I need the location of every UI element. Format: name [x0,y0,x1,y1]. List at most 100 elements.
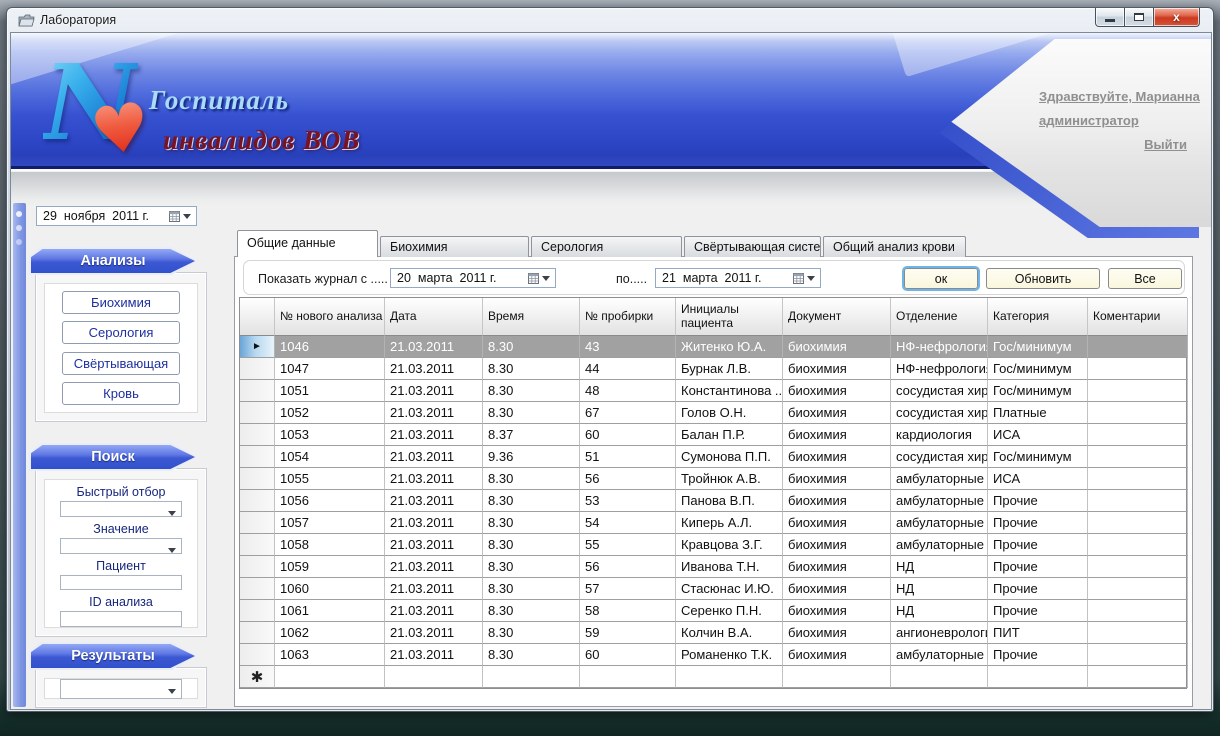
grid-cell[interactable]: Платные [988,402,1088,424]
grid-cell[interactable]: биохимия [783,402,891,424]
row-selector[interactable] [240,512,275,534]
grid-cell[interactable]: амбулаторные [891,644,988,666]
analysis-button[interactable]: Биохимия [62,291,180,314]
grid-cell[interactable]: Гос/минимум [988,380,1088,402]
grid-cell[interactable]: биохимия [783,336,891,358]
grid-cell[interactable]: 53 [580,490,676,512]
row-selector[interactable] [240,644,275,666]
grid-cell[interactable]: 8.30 [483,600,580,622]
grid-cell[interactable]: 21.03.2011 [385,446,483,468]
search-combobox[interactable] [60,501,182,517]
grid-cell[interactable]: 1047 [275,358,385,380]
grid-cell[interactable]: 8.37 [483,424,580,446]
grid-cell[interactable]: Серенко П.Н. [676,600,783,622]
grid-cell[interactable]: НД [891,556,988,578]
column-header[interactable]: Коментарии [1088,298,1188,336]
row-selector[interactable]: ► [240,336,275,358]
column-header[interactable]: Отделение [891,298,988,336]
grid-cell[interactable]: 57 [580,578,676,600]
tab-serology[interactable]: Серология [531,236,682,257]
search-combobox[interactable] [60,538,182,554]
grid-cell[interactable]: амбулаторные [891,468,988,490]
row-selector[interactable] [240,358,275,380]
grid-cell[interactable] [1088,358,1188,380]
grid-cell[interactable]: 21.03.2011 [385,534,483,556]
grid-cell[interactable]: сосудистая хир... [891,380,988,402]
grid-cell[interactable]: 21.03.2011 [385,490,483,512]
grid-cell[interactable]: биохимия [783,490,891,512]
grid-cell[interactable]: Сумонова П.П. [676,446,783,468]
grid-cell[interactable] [1088,380,1188,402]
table-row[interactable]: 106221.03.20118.3059Колчин В.А.биохимияа… [240,622,1186,644]
grid-cell[interactable]: Кравцова З.Г. [676,534,783,556]
grid-cell[interactable]: Прочие [988,600,1088,622]
minimize-button[interactable] [1095,8,1125,27]
table-row[interactable]: 105821.03.20118.3055Кравцова З.Г.биохими… [240,534,1186,556]
grid-cell[interactable]: НФ-нефрология [891,336,988,358]
grid-cell[interactable]: кардиология [891,424,988,446]
grid-cell[interactable]: Гос/минимум [988,358,1088,380]
grid-cell[interactable]: 60 [580,424,676,446]
calendar-dropdown-button[interactable] [164,207,196,225]
table-row[interactable]: ►104621.03.20118.3043Житенко Ю.А.биохими… [240,336,1186,358]
grid-cell[interactable]: Голов О.Н. [676,402,783,424]
grid-cell[interactable] [676,666,783,688]
grid-cell[interactable] [1088,556,1188,578]
grid-cell[interactable]: 56 [580,556,676,578]
grid-cell[interactable]: Гос/минимум [988,446,1088,468]
grid-cell[interactable]: Балан П.Р. [676,424,783,446]
grid-cell[interactable]: 21.03.2011 [385,512,483,534]
grid-cell[interactable]: биохимия [783,446,891,468]
grid-cell[interactable]: 1057 [275,512,385,534]
grid-cell[interactable]: 1054 [275,446,385,468]
grid-cell[interactable] [1088,534,1188,556]
grid-cell[interactable]: Тройнюк А.В. [676,468,783,490]
grid-cell[interactable]: биохимия [783,644,891,666]
grid-cell[interactable]: Житенко Ю.А. [676,336,783,358]
all-button[interactable]: Все [1108,268,1182,289]
grid-cell[interactable]: Константинова ... [676,380,783,402]
row-selector[interactable] [240,402,275,424]
grid-cell[interactable]: 21.03.2011 [385,600,483,622]
analysis-button[interactable]: Свёртывающая [62,352,180,375]
grid-cell[interactable]: 21.03.2011 [385,468,483,490]
grid-cell[interactable]: амбулаторные [891,534,988,556]
grid-cell[interactable]: Колчин В.А. [676,622,783,644]
grid-cell[interactable]: НД [891,600,988,622]
grid-cell[interactable]: 58 [580,600,676,622]
grid-cell[interactable]: 9.36 [483,446,580,468]
grid-cell[interactable]: 8.30 [483,358,580,380]
grid-cell[interactable]: 1053 [275,424,385,446]
grid-cell[interactable]: биохимия [783,468,891,490]
current-date-picker[interactable]: 29 ноября 2011 г. [36,206,197,226]
grid-cell[interactable]: 1059 [275,556,385,578]
grid-cell[interactable]: Прочие [988,644,1088,666]
grid-cell[interactable]: 21.03.2011 [385,644,483,666]
grid-cell[interactable]: 8.30 [483,468,580,490]
row-selector[interactable] [240,446,275,468]
calendar-dropdown-button[interactable] [523,269,555,287]
table-row[interactable]: 105221.03.20118.3067Голов О.Н.биохимиясо… [240,402,1186,424]
grid-cell[interactable]: биохимия [783,578,891,600]
search-text-input[interactable] [60,575,182,591]
grid-cell[interactable]: 54 [580,512,676,534]
row-selector[interactable] [240,622,275,644]
grid-cell[interactable]: 1063 [275,644,385,666]
grid-cell[interactable]: 8.30 [483,380,580,402]
grid-cell[interactable]: НД [891,578,988,600]
grid-cell[interactable]: 21.03.2011 [385,556,483,578]
grid-cell[interactable]: 60 [580,644,676,666]
grid-cell[interactable]: Прочие [988,490,1088,512]
grid-cell[interactable] [1088,622,1188,644]
row-selector[interactable] [240,380,275,402]
grid-cell[interactable] [891,666,988,688]
grid-cell[interactable]: 1061 [275,600,385,622]
grid-cell[interactable]: 48 [580,380,676,402]
ok-button[interactable]: ок [904,268,978,289]
grid-cell[interactable] [1088,402,1188,424]
column-header[interactable]: Категория [988,298,1088,336]
table-row[interactable]: 105121.03.20118.3048Константинова ...био… [240,380,1186,402]
grid-cell[interactable] [988,666,1088,688]
row-selector[interactable] [240,600,275,622]
grid-cell[interactable] [1088,666,1188,688]
